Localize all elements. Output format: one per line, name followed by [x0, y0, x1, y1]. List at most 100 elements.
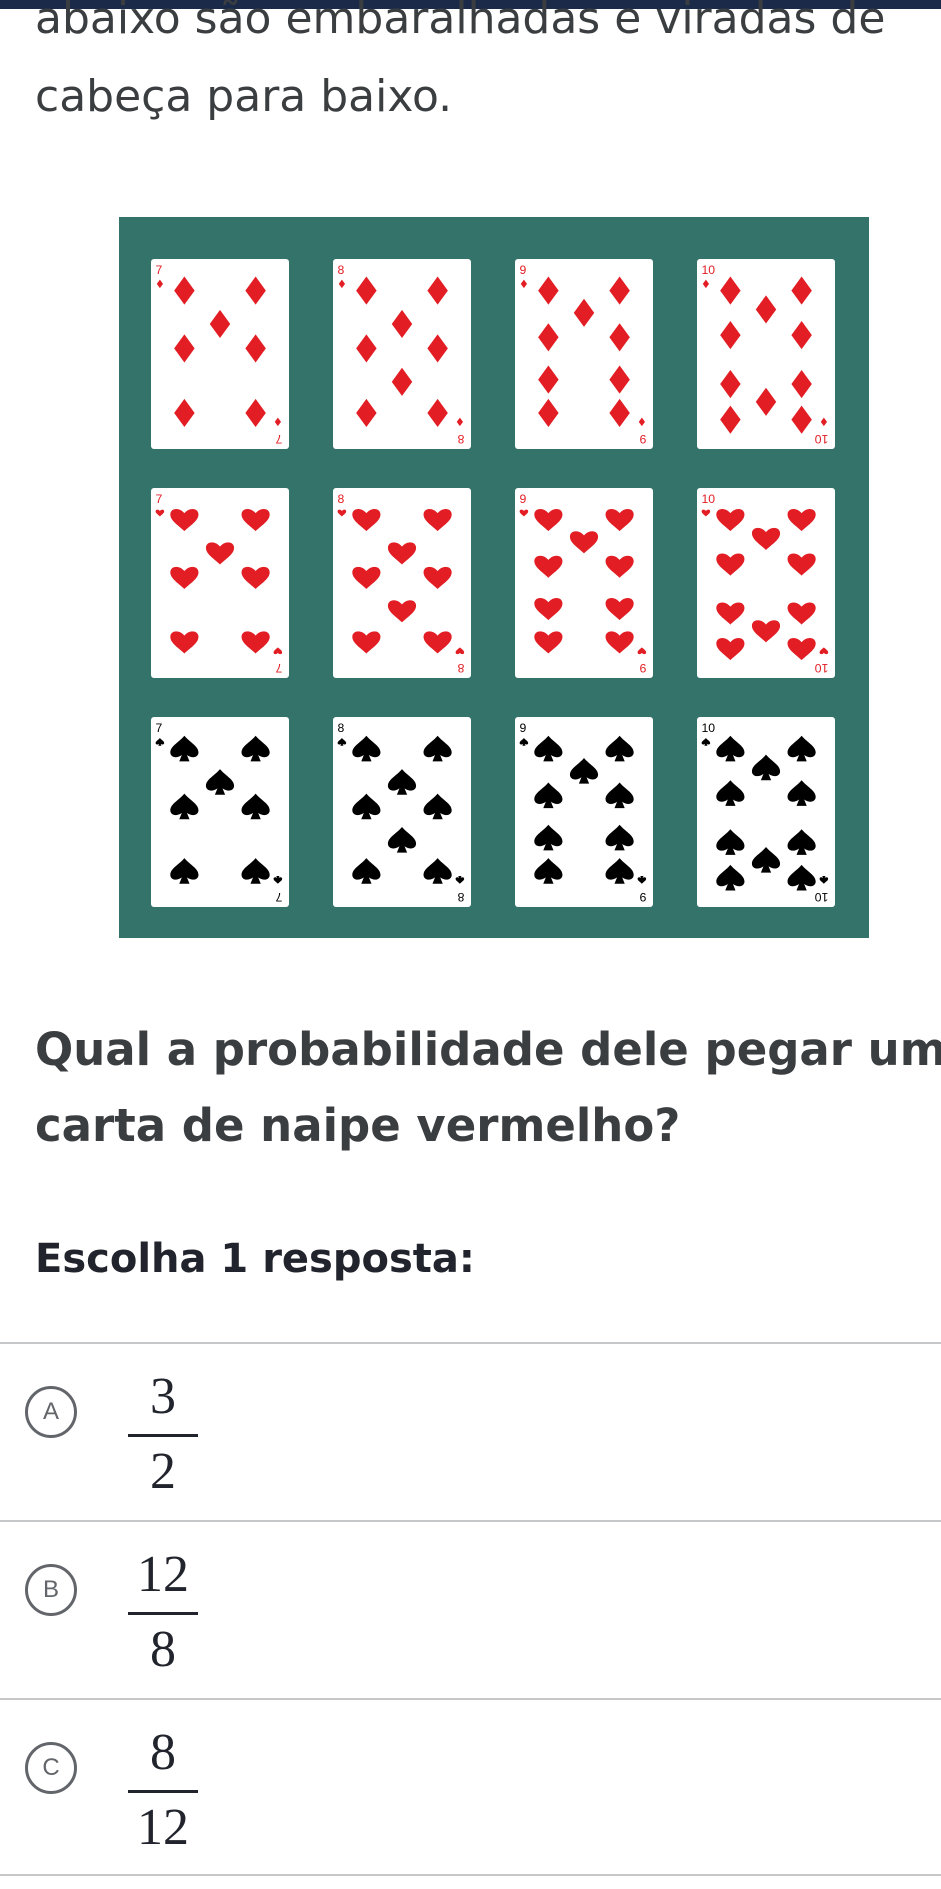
- choice-b-numerator: 12: [137, 1546, 189, 1603]
- card-corner-pip: [274, 417, 281, 427]
- card-pip: [720, 405, 741, 434]
- card-pip: [751, 754, 781, 781]
- card-pip: [605, 631, 634, 654]
- card-rank-label-inverted: 8: [457, 661, 464, 675]
- card-pip: [170, 566, 199, 589]
- card-pip: [391, 309, 413, 339]
- card-pip: [534, 508, 563, 532]
- choice-a-letter-icon[interactable]: A: [25, 1386, 77, 1438]
- card-pip: [423, 858, 452, 884]
- card-pip: [605, 597, 634, 621]
- card-pip: [755, 387, 777, 416]
- card-pip: [605, 858, 634, 884]
- heart-icon: 77: [155, 492, 282, 675]
- card-pip: [423, 735, 452, 762]
- card-rank-label: 10: [701, 263, 715, 277]
- card-pip: [787, 602, 816, 625]
- intro-line-1: abaixo são embaralhadas e viradas de: [35, 0, 886, 44]
- card-pip: [241, 793, 270, 820]
- card-corner-pip: [337, 509, 347, 517]
- choice-a[interactable]: A 3 2: [0, 1342, 941, 1520]
- card-pip: [387, 827, 417, 853]
- card-pip: [209, 309, 231, 339]
- card-rank-label-inverted: 8: [457, 890, 464, 904]
- card-pip: [174, 334, 195, 363]
- card-pip: [174, 276, 195, 305]
- card-pip: [787, 508, 816, 532]
- playing-card: 88: [333, 259, 471, 449]
- card-pip: [720, 276, 741, 305]
- card-pip: [241, 858, 270, 884]
- card-pip: [534, 824, 563, 851]
- choice-c-letter-icon[interactable]: C: [25, 1742, 77, 1794]
- choice-a-numerator: 3: [150, 1368, 176, 1425]
- card-corner-pip: [155, 737, 165, 746]
- card-pip: [352, 566, 381, 589]
- question-line-2: carta de naipe vermelho?: [35, 1099, 681, 1152]
- card-pip: [569, 758, 599, 784]
- card-pip: [534, 631, 563, 654]
- answer-prompt: Escolha 1 resposta:: [35, 1236, 475, 1282]
- card-corner-pip: [819, 875, 829, 884]
- card-pip: [534, 597, 563, 621]
- answer-choices: A 3 2 B 12 8 C 8 12: [0, 1342, 941, 1876]
- card-pip: [352, 735, 381, 762]
- card-pip: [391, 367, 413, 396]
- card-corner-pip: [520, 279, 528, 289]
- card-rank-label-inverted: 9: [639, 661, 646, 675]
- card-pip: [791, 405, 812, 434]
- card-pip: [170, 858, 199, 884]
- card-rank-label-inverted: 10: [815, 661, 829, 675]
- card-corner-pip: [702, 279, 710, 289]
- card-pip: [352, 508, 381, 532]
- card-rank-label-inverted: 7: [275, 432, 282, 446]
- card-pip: [534, 555, 563, 578]
- card-corner-pip: [155, 509, 165, 517]
- heart-icon: 88: [337, 492, 464, 675]
- choice-c[interactable]: C 8 12: [0, 1698, 941, 1876]
- choice-b-letter-icon[interactable]: B: [25, 1564, 77, 1616]
- intro-line-2: cabeça para baixo.: [35, 71, 453, 122]
- card-pip: [716, 508, 745, 532]
- choice-b-denominator: 8: [150, 1621, 176, 1678]
- card-pip: [241, 566, 270, 589]
- card-pip: [427, 276, 448, 305]
- card-corner-pip: [455, 875, 465, 884]
- card-pip: [538, 276, 559, 305]
- choice-c-numerator: 8: [150, 1724, 176, 1781]
- card-pip: [751, 847, 781, 873]
- card-corner-pip: [519, 509, 529, 517]
- card-rank-label: 10: [701, 721, 715, 735]
- card-rank-label-inverted: 9: [639, 890, 646, 904]
- card-corner-pip: [638, 417, 645, 427]
- card-rank-label-inverted: 10: [815, 890, 829, 904]
- spade-icon: 99: [519, 721, 646, 904]
- diamond-icon: 99: [519, 263, 646, 446]
- choice-a-denominator: 2: [150, 1443, 176, 1500]
- card-pip: [573, 298, 595, 327]
- card-pip: [791, 276, 812, 305]
- playing-card: 99: [515, 717, 653, 907]
- card-rank-label: 8: [337, 263, 344, 277]
- choice-b-fraction: 12 8: [128, 1544, 198, 1681]
- question-text: Qual a probabilidade dele pegar uma cart…: [35, 1012, 941, 1164]
- fraction-bar: [128, 1612, 198, 1615]
- card-pip: [352, 631, 381, 654]
- card-rank-label: 10: [701, 492, 715, 506]
- card-rank-label-inverted: 8: [457, 432, 464, 446]
- playing-card: 10 10: [697, 259, 835, 449]
- card-pip: [716, 602, 745, 625]
- card-rank-label-inverted: 7: [275, 890, 282, 904]
- choice-b[interactable]: B 12 8: [0, 1520, 941, 1698]
- card-rank-label: 7: [155, 721, 162, 735]
- card-pip: [609, 398, 630, 428]
- card-pip: [787, 553, 816, 576]
- card-pip: [787, 780, 816, 806]
- diamond-icon: 10 10: [701, 263, 828, 446]
- card-pip: [170, 508, 199, 532]
- playing-card: 99: [515, 488, 653, 678]
- playing-card: 99: [515, 259, 653, 449]
- card-pip: [605, 555, 634, 578]
- heart-icon: 10 10: [701, 492, 829, 675]
- card-pip: [720, 369, 741, 399]
